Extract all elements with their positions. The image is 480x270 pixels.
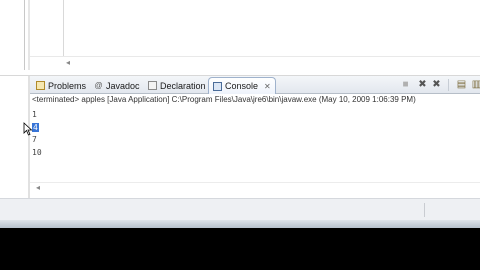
tab-declaration[interactable]: Declaration [144, 77, 210, 94]
clear-console-icon[interactable]: ▤ [456, 79, 467, 90]
tab-label: Console [225, 81, 259, 91]
tab-label: Javadoc [106, 80, 140, 91]
window-bottom-edge [0, 220, 480, 228]
console-line: 7 [32, 135, 37, 144]
mouse-cursor-icon [23, 122, 33, 136]
scroll-lock-icon[interactable]: ▥ [471, 79, 480, 90]
editor-area[interactable]: ◂ [0, 0, 480, 76]
console-line-selected: 4 [32, 122, 39, 132]
tab-label: Problems [48, 80, 87, 91]
status-bar [0, 198, 480, 220]
terminate-icon[interactable]: ■ [400, 79, 411, 90]
scroll-left-arrow-icon[interactable]: ◂ [36, 183, 40, 192]
console-line: 10 [32, 147, 42, 157]
tab-label: Declaration [160, 80, 206, 91]
tab-console[interactable]: Console ✕ [208, 77, 276, 94]
console-horizontal-scrollbar[interactable]: ◂ [30, 182, 480, 194]
tab-javadoc[interactable]: @ Javadoc [90, 77, 144, 94]
editor-horizontal-scrollbar[interactable]: ◂ [30, 56, 480, 70]
editor-ruler [24, 0, 25, 76]
tab-problems[interactable]: Problems [32, 77, 90, 94]
remove-launch-icon[interactable]: ✖ [417, 79, 428, 90]
console-output[interactable]: 1 4 7 10 [32, 109, 42, 159]
status-separator [424, 203, 425, 217]
editor-margin-line [63, 0, 64, 56]
problems-icon [36, 81, 45, 90]
eclipse-window: ◂ Problems @ Javadoc Declaration Console… [0, 0, 480, 228]
close-icon[interactable]: ✕ [264, 82, 271, 91]
toolbar-separator [448, 79, 449, 91]
console-status-header: <terminated> apples [Java Application] C… [32, 95, 416, 104]
view-tab-bar: Problems @ Javadoc Declaration Console ✕… [30, 76, 480, 94]
scroll-left-arrow-icon[interactable]: ◂ [66, 58, 70, 67]
remove-all-terminated-icon[interactable]: ✖ [431, 79, 442, 90]
javadoc-icon: @ [94, 81, 103, 90]
console-line: 1 [32, 110, 37, 119]
console-icon [213, 81, 222, 91]
declaration-icon [148, 81, 157, 90]
